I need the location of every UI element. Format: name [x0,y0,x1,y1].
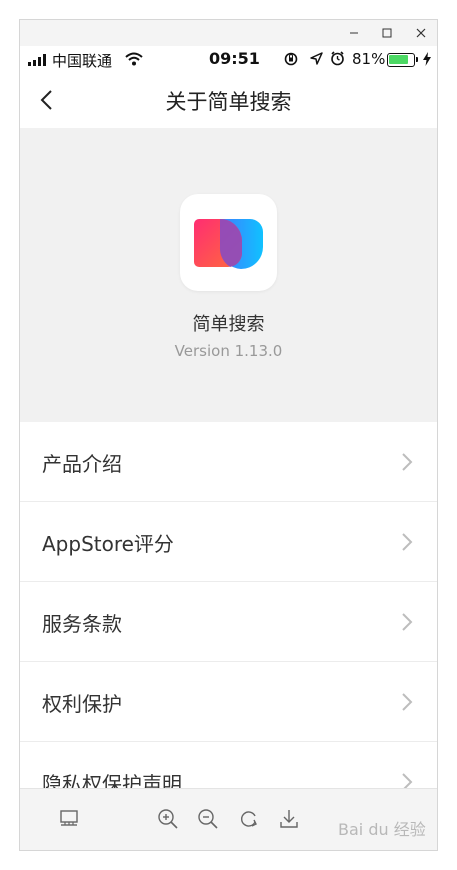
app-logo-icon [194,219,263,269]
menu-item-label: AppStore评分 [42,532,174,556]
close-icon [416,28,426,38]
window-titlebar [20,20,437,46]
rotate-icon [240,811,257,827]
zoom-in-button[interactable] [156,807,180,831]
chevron-right-icon [402,693,413,711]
zoom-out-icon [198,809,218,829]
menu-item-label: 服务条款 [42,612,122,636]
thumbnail-button[interactable] [58,807,82,831]
chevron-right-icon [402,453,413,471]
zoom-in-icon [158,809,178,829]
app-info-header: 简单搜索 Version 1.13.0 [20,128,437,422]
clock: 09:51 [209,49,260,68]
chevron-right-icon [402,613,413,631]
minimize-button[interactable] [343,24,365,42]
navigation-bar: 关于简单搜索 [20,72,437,128]
menu-item-rights-protection[interactable]: 权利保护 [20,662,437,742]
app-version: Version 1.13.0 [174,342,283,360]
viewer-window: 中国联通 09:51 81% 关于简单搜索 简单搜索 Version 1.13.… [19,19,438,851]
chevron-right-icon [402,533,413,551]
thumbnail-icon [60,810,78,826]
app-name: 简单搜索 [192,314,265,335]
maximize-button[interactable] [376,24,398,42]
battery-percent: 81% [352,50,386,68]
zoom-out-button[interactable] [196,807,220,831]
menu-item-terms-of-service[interactable]: 服务条款 [20,582,437,662]
battery-icon [387,53,418,67]
close-button[interactable] [410,24,432,42]
battery-level [389,55,408,64]
status-bar: 中国联通 09:51 81% [20,46,437,72]
minimize-icon [350,32,358,34]
rotate-button[interactable] [237,807,261,831]
download-button[interactable] [277,807,301,831]
location-arrow-icon [310,52,323,65]
orientation-lock-icon [284,52,298,66]
charging-icon [423,52,431,66]
wifi-icon [125,52,143,66]
watermark: Bai du 经验 [338,820,426,839]
signal-icon [28,54,46,66]
menu-item-label: 权利保护 [42,692,122,716]
alarm-icon [331,51,344,66]
menu-item-appstore-rating[interactable]: AppStore评分 [20,502,437,582]
app-logo [180,194,277,291]
page-title: 关于简单搜索 [165,90,292,114]
menu-item-product-intro[interactable]: 产品介绍 [20,422,437,502]
menu-item-label: 产品介绍 [42,452,122,476]
screenshot-viewer: 中国联通 09:51 81% 关于简单搜索 简单搜索 Version 1.13.… [0,0,457,870]
about-menu-list: 产品介绍 AppStore评分 服务条款 权利保护 隐私权保护声明 [20,422,437,822]
carrier-label: 中国联通 [52,52,113,70]
maximize-icon [382,28,392,38]
download-icon [280,810,298,828]
